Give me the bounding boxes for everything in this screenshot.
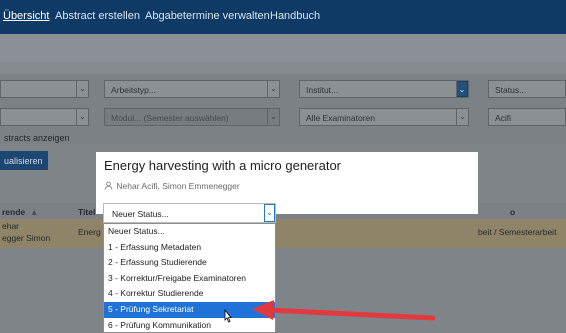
modul-select[interactable]: Modul... (Semester auswählen) ⌄ bbox=[104, 108, 280, 126]
institut-select[interactable]: Institut... bbox=[299, 80, 469, 98]
chevron-down-icon[interactable]: ⌄ bbox=[264, 204, 275, 222]
examinatoren-select-value: Alle Examinatoren bbox=[306, 113, 375, 123]
status-select[interactable]: Neuer Status... ⌄ bbox=[103, 203, 276, 223]
modal-title: Energy harvesting with a micro generator bbox=[104, 158, 342, 173]
nav-item-abgabetermine-verwalten[interactable]: Abgabetermine verwalten bbox=[145, 10, 270, 22]
arbeitstyp-select-value: Arbeitstyp... bbox=[111, 85, 156, 95]
modal-authors: Nehar Acifi, Simon Emmenegger bbox=[104, 181, 240, 191]
chevron-down-icon: ⌄ bbox=[267, 81, 279, 97]
examinatoren-select[interactable]: Alle Examinatoren ⌄ bbox=[299, 108, 469, 126]
top-nav: Übersicht Abstract erstellen Abgabetermi… bbox=[0, 0, 566, 34]
modul-select-value: Modul... (Semester auswählen) bbox=[111, 113, 229, 123]
status-select-value: Neuer Status... bbox=[112, 209, 169, 219]
nav-item-handbuch[interactable]: Handbuch bbox=[270, 10, 320, 22]
row-type: beit / Semesterarbeit bbox=[478, 227, 557, 237]
status-filter-select[interactable]: Status... bbox=[488, 80, 566, 98]
filter-header-band bbox=[0, 62, 566, 74]
abstracts-anzeigen-label: stracts anzeigen bbox=[4, 133, 70, 143]
status-option-1[interactable]: 1 - Erfassung Metadaten bbox=[104, 240, 275, 256]
institut-dropdown-toggle[interactable]: ⌄ bbox=[456, 80, 469, 98]
chevron-down-icon: ⌄ bbox=[76, 109, 88, 125]
institut-select-value: Institut... bbox=[306, 85, 339, 95]
person-filter-value: Acifi bbox=[495, 113, 512, 123]
chevron-down-icon: ⌄ bbox=[456, 109, 468, 125]
nav-item-uebersicht[interactable]: Übersicht bbox=[3, 10, 49, 22]
modal-authors-text: Nehar Acifi, Simon Emmenegger bbox=[116, 181, 240, 191]
column-header-extra[interactable]: o bbox=[510, 207, 515, 217]
subheader-strip bbox=[0, 34, 566, 62]
column-header-titel[interactable]: Titel bbox=[78, 207, 95, 217]
status-option-neuer-status[interactable]: Neuer Status... bbox=[104, 224, 275, 240]
status-option-2[interactable]: 2 - Erfassung Studierende bbox=[104, 255, 275, 271]
row-title: Energ bbox=[78, 227, 101, 237]
row-student-name-line1: ehar bbox=[2, 221, 20, 231]
filter-panel: ⌄ Arbeitstyp... ⌄ Institut... ⌄ Status..… bbox=[0, 74, 566, 144]
chevron-down-icon: ⌄ bbox=[267, 109, 279, 125]
status-option-3[interactable]: 3 - Korrektur/Freigabe Examinatoren bbox=[104, 271, 275, 287]
sort-asc-icon: ▲ bbox=[30, 207, 39, 217]
aktualisieren-button[interactable]: ualisieren bbox=[0, 151, 48, 170]
second-filter-select[interactable]: ⌄ bbox=[0, 108, 89, 126]
nav-item-abstract-erstellen[interactable]: Abstract erstellen bbox=[55, 10, 140, 22]
first-filter-select[interactable]: ⌄ bbox=[0, 80, 89, 98]
row-student-name-line2: egger Simon bbox=[2, 233, 51, 243]
status-filter-value: Status... bbox=[495, 85, 527, 95]
red-arrow-icon bbox=[252, 300, 436, 321]
column-header-studierende[interactable]: rende bbox=[2, 207, 25, 217]
person-filter-select[interactable]: Acifi bbox=[488, 108, 566, 126]
table-row[interactable]: ehar egger Simon Energ beit / Semesterar… bbox=[0, 219, 566, 248]
chevron-down-icon: ⌄ bbox=[76, 81, 88, 97]
user-icon bbox=[104, 181, 113, 190]
chevron-down-icon: ⌄ bbox=[457, 81, 468, 97]
arbeitstyp-select[interactable]: Arbeitstyp... ⌄ bbox=[104, 80, 280, 98]
